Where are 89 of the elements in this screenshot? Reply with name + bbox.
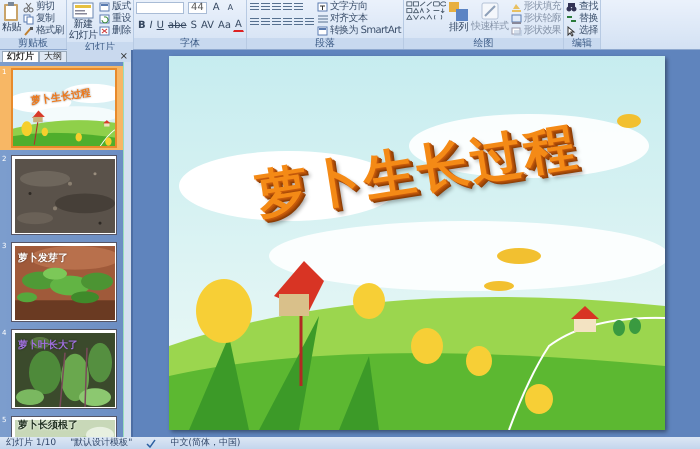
cut-button[interactable]: 剪切 bbox=[22, 1, 55, 13]
pen-icon bbox=[480, 1, 500, 21]
list-icon bbox=[250, 2, 259, 12]
delete-button[interactable]: 删除 bbox=[99, 25, 132, 37]
shadow-button[interactable]: S bbox=[188, 18, 199, 32]
align-icon bbox=[304, 17, 314, 26]
numbering-button[interactable] bbox=[260, 1, 271, 12]
reset-button[interactable]: 重设 bbox=[99, 13, 132, 25]
spacing-button[interactable]: AV bbox=[198, 18, 216, 32]
slide-title: 萝卜生长过程 bbox=[250, 115, 582, 228]
close-button[interactable]: × bbox=[116, 52, 131, 62]
decrease-indent-button[interactable] bbox=[270, 1, 282, 12]
strikethrough-button[interactable]: abe bbox=[166, 18, 189, 32]
format-painter-button[interactable]: 格式刷 bbox=[22, 25, 64, 37]
text-direction-icon bbox=[316, 2, 328, 12]
slide-counter: 幻灯片 1/10 bbox=[6, 438, 56, 448]
shape-gallery-drawing[interactable] bbox=[406, 1, 446, 21]
group-label: 剪贴板 bbox=[0, 38, 66, 49]
align-icon bbox=[260, 17, 270, 26]
list-icon bbox=[282, 2, 292, 12]
shrink-font-button[interactable]: A bbox=[226, 1, 236, 14]
increase-indent-button[interactable] bbox=[282, 1, 293, 12]
list-icon bbox=[272, 2, 281, 12]
grow-font-button[interactable]: A bbox=[210, 1, 222, 14]
align-icon bbox=[282, 17, 292, 26]
checkmark-icon bbox=[146, 438, 156, 448]
case-button[interactable]: Aa bbox=[216, 18, 233, 32]
thumbnail-caption: 萝卜叶长大了 bbox=[18, 338, 78, 353]
find-button[interactable]: 查找 bbox=[566, 1, 598, 13]
list-icon bbox=[260, 2, 270, 12]
italic-button[interactable]: I bbox=[148, 18, 155, 32]
group-label: 字体 bbox=[134, 38, 246, 49]
clipboard-icon bbox=[2, 1, 20, 22]
center-button[interactable] bbox=[260, 16, 271, 26]
smartart-icon bbox=[316, 26, 328, 36]
paste-button[interactable]: 粘贴 bbox=[2, 1, 21, 33]
font-size-field[interactable]: 44 bbox=[188, 2, 207, 14]
text-direction-button[interactable]: 文字方向 bbox=[316, 1, 368, 13]
language: 中文(简体，中国) bbox=[170, 438, 240, 448]
line-spacing-button[interactable] bbox=[292, 1, 304, 12]
align-left-button[interactable] bbox=[248, 16, 260, 26]
delete-icon bbox=[99, 26, 110, 36]
group-label: 绘图 bbox=[404, 38, 564, 49]
slide-icon bbox=[72, 1, 94, 19]
font-name-field[interactable] bbox=[136, 2, 184, 14]
arrange-button[interactable]: 排列 bbox=[448, 1, 469, 33]
stacked-squares-icon bbox=[448, 1, 469, 22]
layout-icon bbox=[99, 2, 110, 12]
list-icon bbox=[294, 2, 303, 12]
bullets-button[interactable] bbox=[248, 1, 260, 12]
cursor-icon bbox=[566, 26, 578, 36]
theme-name: "默认设计模板" bbox=[70, 438, 132, 448]
underline-button[interactable]: U bbox=[154, 18, 166, 32]
layout-button[interactable]: 版式 bbox=[99, 1, 132, 13]
convert-smartart-button[interactable]: 转换为 SmartArt bbox=[316, 25, 401, 37]
brush-icon bbox=[22, 26, 34, 36]
distribute-button[interactable] bbox=[292, 16, 304, 26]
scissors-icon bbox=[22, 2, 34, 12]
select-button[interactable]: 选择 bbox=[566, 25, 598, 37]
replace-button[interactable]: 替换 bbox=[566, 13, 598, 25]
columns-button[interactable] bbox=[304, 16, 315, 26]
align-text-icon bbox=[316, 14, 328, 24]
thumbnail-caption: 萝卜生长过程 bbox=[30, 86, 92, 110]
slide-thumbnail[interactable]: 萝卜长须根了 bbox=[11, 416, 117, 437]
binoculars-icon bbox=[566, 2, 578, 12]
thumbnail-caption: 萝卜发芽了 bbox=[18, 252, 68, 266]
copy-icon bbox=[22, 14, 34, 24]
align-right-button[interactable] bbox=[270, 16, 282, 26]
panel-tab[interactable]: 大纲 bbox=[39, 51, 67, 62]
scrollbar[interactable] bbox=[123, 62, 131, 437]
font-color-button[interactable]: A bbox=[232, 18, 244, 32]
group-label: 段落 bbox=[246, 38, 403, 49]
copy-button[interactable]: 复制 bbox=[22, 13, 55, 25]
justify-button[interactable] bbox=[282, 16, 293, 26]
effects-icon bbox=[510, 26, 522, 36]
align-icon bbox=[272, 17, 281, 26]
slide-thumbnail[interactable]: 萝卜发芽了 bbox=[11, 242, 117, 322]
bold-button[interactable]: B bbox=[136, 18, 148, 32]
group-label: 编辑 bbox=[564, 38, 600, 49]
replace-icon bbox=[566, 14, 578, 24]
thumbnail-caption: 萝卜长须根了 bbox=[18, 418, 78, 433]
align-icon bbox=[294, 17, 303, 26]
align-icon bbox=[250, 17, 259, 26]
outline-icon bbox=[510, 14, 522, 24]
new-slide-button[interactable]: 新建 幻灯片 bbox=[69, 1, 98, 41]
fill-icon bbox=[510, 2, 522, 12]
align-text-button[interactable]: 对齐文本 bbox=[316, 13, 368, 25]
panel-tab[interactable]: 幻灯片 bbox=[2, 51, 39, 62]
reset-icon bbox=[99, 14, 110, 24]
